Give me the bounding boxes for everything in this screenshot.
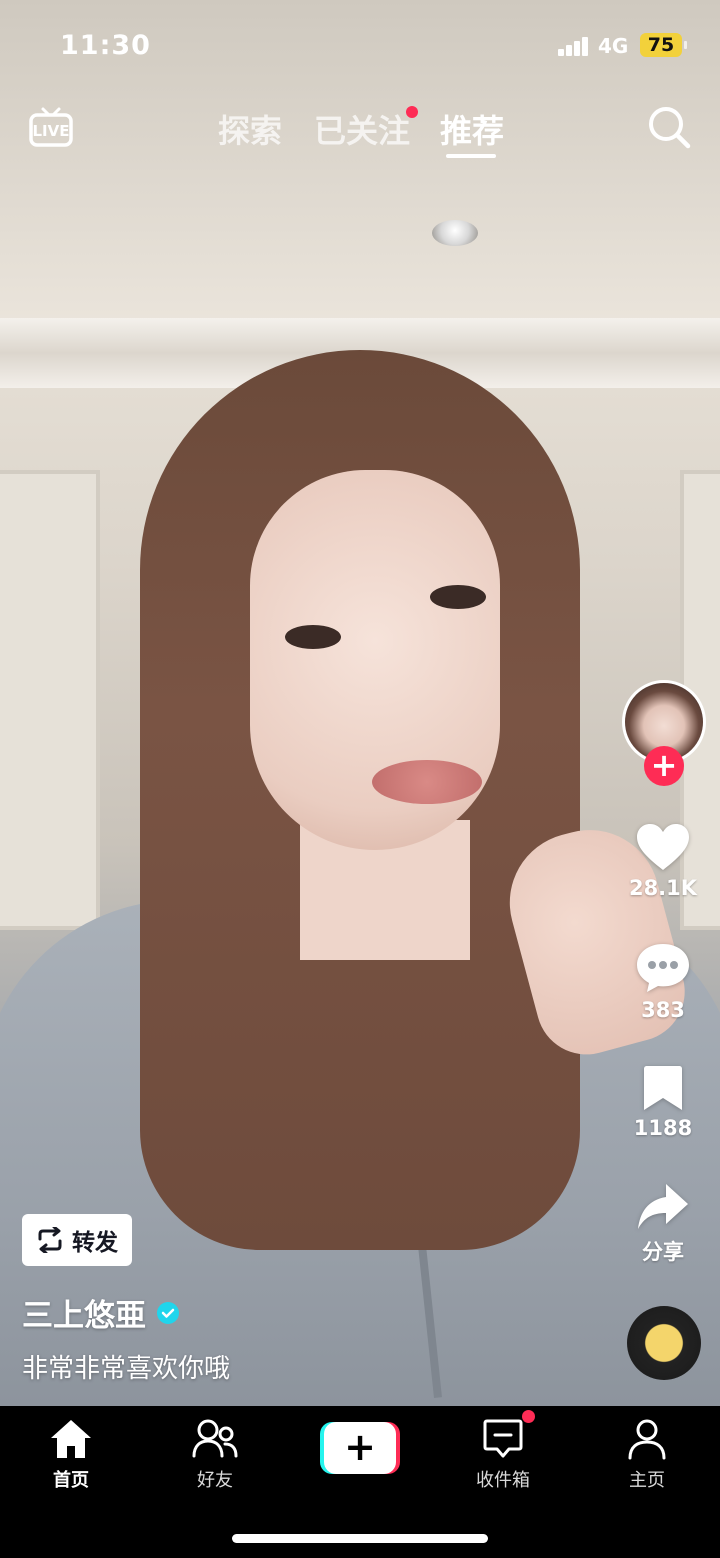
- follow-button[interactable]: +: [644, 746, 684, 786]
- home-icon: [51, 1420, 91, 1458]
- nav-profile[interactable]: 主页: [592, 1418, 702, 1492]
- create-icon: +: [324, 1422, 396, 1474]
- like-count: 28.1K: [628, 876, 698, 900]
- inbox-icon: [483, 1419, 523, 1458]
- following-notification-dot: [406, 106, 418, 118]
- comment-button[interactable]: 383: [620, 942, 706, 1022]
- bookmark-icon: [644, 1066, 682, 1110]
- home-indicator: [232, 1534, 488, 1543]
- video-caption: 非常非常喜欢你哦: [22, 1354, 231, 1384]
- repost-label: 转发: [72, 1230, 118, 1256]
- tab-explore[interactable]: 探索: [218, 106, 282, 152]
- like-button[interactable]: 28.1K: [620, 822, 706, 900]
- status-time: 11:30: [60, 30, 151, 61]
- tab-following[interactable]: 已关注: [314, 106, 410, 152]
- favorite-button[interactable]: 1188: [620, 1064, 706, 1140]
- lips: [372, 760, 482, 804]
- nav-inbox-label: 收件箱: [476, 1470, 530, 1491]
- comment-icon: [637, 944, 689, 992]
- comment-count: 383: [641, 998, 685, 1022]
- left-eye: [285, 625, 341, 649]
- share-button[interactable]: 分享: [620, 1182, 706, 1266]
- create-button[interactable]: +: [320, 1422, 400, 1474]
- nav-inbox[interactable]: 收件箱: [448, 1418, 558, 1492]
- nav-friends-label: 好友: [197, 1470, 233, 1491]
- author-name-row[interactable]: 三上悠亜: [22, 1290, 180, 1335]
- author-name[interactable]: 三上悠亜: [22, 1290, 146, 1335]
- heart-icon: [637, 824, 689, 870]
- nav-home[interactable]: 首页: [16, 1418, 126, 1492]
- battery-icon: 75: [640, 33, 682, 57]
- music-disc[interactable]: [627, 1306, 701, 1380]
- right-eye: [430, 585, 486, 609]
- wall-panel-left: [0, 470, 100, 930]
- search-icon[interactable]: [646, 104, 692, 150]
- favorite-count: 1188: [633, 1116, 693, 1140]
- profile-icon: [628, 1419, 666, 1460]
- network-type: 4G: [598, 34, 629, 58]
- video-frame[interactable]: [0, 0, 720, 1406]
- svg-text:LIVE: LIVE: [33, 122, 70, 140]
- tab-recommended[interactable]: 推荐: [440, 106, 504, 152]
- active-tab-indicator: [446, 154, 496, 158]
- battery-tip: [684, 41, 687, 49]
- share-label: 分享: [642, 1240, 684, 1264]
- repost-icon: [38, 1227, 62, 1253]
- nav-home-label: 首页: [53, 1470, 89, 1491]
- top-nav: LIVE 探索 已关注 推荐: [0, 96, 720, 166]
- friends-icon: [192, 1419, 238, 1458]
- repost-button[interactable]: 转发: [22, 1214, 132, 1266]
- ceiling-light: [432, 220, 478, 246]
- inbox-notification-dot: [522, 1410, 535, 1423]
- nav-friends[interactable]: 好友: [160, 1418, 270, 1492]
- share-icon: [638, 1184, 688, 1229]
- nav-profile-label: 主页: [629, 1470, 665, 1491]
- verified-icon: [157, 1301, 179, 1324]
- signal-icon: [558, 36, 590, 56]
- live-icon[interactable]: LIVE: [28, 104, 74, 150]
- status-bar: 11:30 4G 75: [0, 0, 720, 90]
